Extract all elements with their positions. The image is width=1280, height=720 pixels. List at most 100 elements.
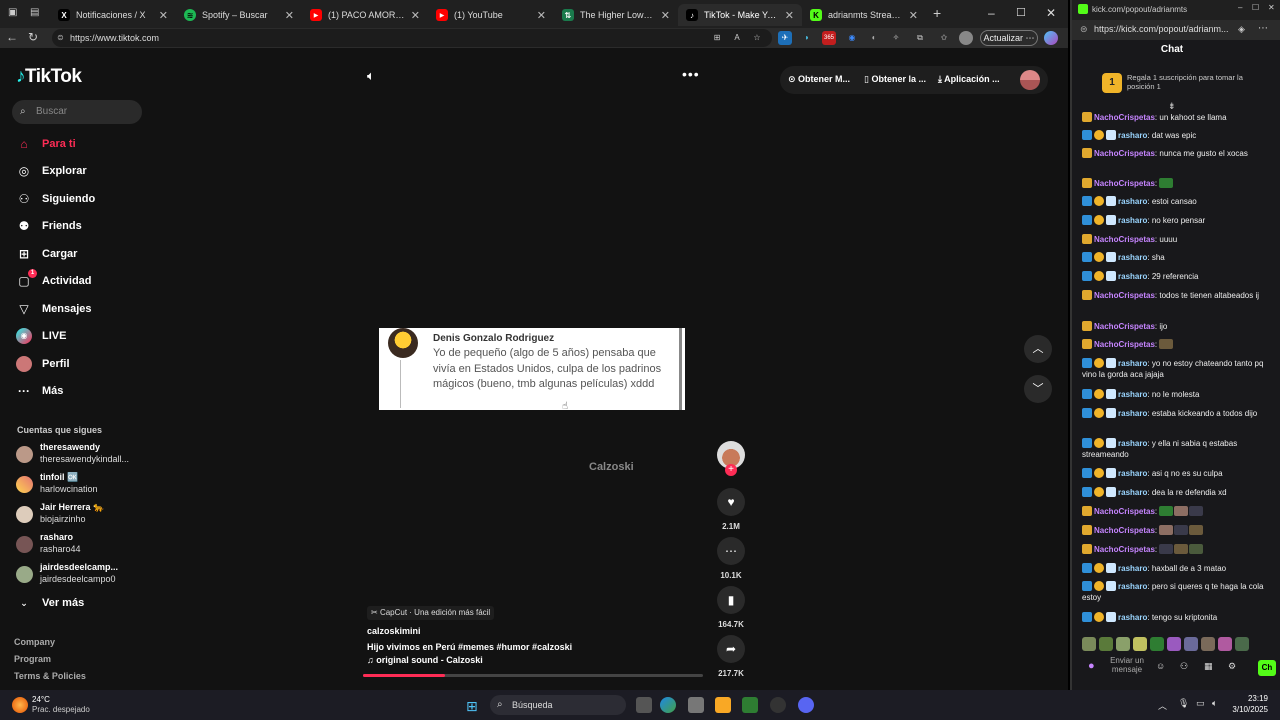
close-tab-icon[interactable]: ✕	[159, 9, 168, 22]
volume-icon[interactable]: 🔈︎	[367, 68, 375, 84]
nav-mensajes[interactable]: ▽ Mensajes	[16, 299, 91, 319]
extension-icon[interactable]: ◐	[867, 31, 881, 45]
following-account[interactable]: tinfoil 🆗 harlowcination	[16, 472, 156, 498]
update-button[interactable]: Actualizar ⋯	[980, 30, 1038, 46]
comment-icon[interactable]: ⋯	[717, 537, 745, 565]
discord-icon[interactable]	[798, 697, 814, 713]
capcut-badge[interactable]: ✂︎ CapCut · Una edición más fácil	[367, 606, 495, 620]
users-icon[interactable]: ⚇	[1180, 661, 1188, 672]
video-author[interactable]: calzoskimini	[367, 626, 421, 636]
chat-username[interactable]: rasharo	[1118, 359, 1147, 368]
chat-username[interactable]: rasharo	[1118, 253, 1147, 262]
close-tab-icon[interactable]: ✕	[909, 9, 918, 22]
send-chat-button[interactable]: Ch	[1258, 660, 1276, 676]
app-icon[interactable]	[770, 697, 786, 713]
nav-friends[interactable]: ⚉ Friends	[16, 216, 82, 236]
settings-gear-icon[interactable]: ⚙	[1228, 661, 1236, 672]
chat-username[interactable]: rasharo	[1118, 409, 1147, 418]
network-icon[interactable]: ▭	[1196, 698, 1205, 709]
following-account[interactable]: jairdesdeelcamp... jairdesdeelcampo0	[16, 562, 156, 588]
emote-icon[interactable]	[1150, 637, 1164, 651]
tab-youtube[interactable]: ▶ (1) YouTube ✕	[428, 4, 554, 26]
following-account[interactable]: Jair Herrera 🐆 biojairzinho	[16, 502, 156, 528]
share-icon[interactable]: ➦	[717, 635, 745, 663]
close-tab-icon[interactable]: ✕	[661, 9, 670, 22]
minimize-icon[interactable]: –	[1238, 3, 1242, 12]
extension-icon[interactable]: 365	[822, 31, 836, 45]
extension-icon[interactable]: ◉	[845, 31, 859, 45]
copilot-icon[interactable]	[1044, 31, 1058, 45]
taskbar-search[interactable]: ⌕ Búsqueda	[490, 695, 626, 715]
favorite-star-icon[interactable]: ☆	[750, 31, 764, 45]
close-window-icon[interactable]: ✕	[1268, 3, 1275, 12]
video-progress-bar[interactable]	[363, 674, 703, 677]
tab-kick[interactable]: K adrianmts Stream - Watc✕	[802, 4, 926, 26]
emote-icon[interactable]	[1082, 637, 1096, 651]
chat-username[interactable]: rasharo	[1118, 564, 1147, 573]
heart-icon[interactable]: ♥	[717, 488, 745, 516]
chat-username[interactable]: rasharo	[1118, 613, 1147, 622]
desktop-app-button[interactable]: ⤓ Aplicación ...	[938, 74, 1000, 85]
emote-picker-icon[interactable]: ☺	[1156, 661, 1165, 671]
chat-username[interactable]: rasharo	[1118, 488, 1147, 497]
nav-actividad[interactable]: ▢ Actividad 1	[16, 269, 92, 291]
nav-explorar[interactable]: ◎ Explorar	[16, 161, 87, 181]
chat-username[interactable]: rasharo	[1118, 272, 1147, 281]
url-field[interactable]: ⊜ https://www.tiktok.com	[52, 29, 772, 47]
search-input[interactable]: ⌕ Buscar	[12, 100, 142, 124]
split-screen-icon[interactable]: ⧉	[913, 31, 927, 45]
microphone-icon[interactable]: ●	[1088, 660, 1095, 672]
minimize-icon[interactable]: –	[988, 6, 995, 20]
close-tab-icon[interactable]: ✕	[537, 9, 546, 22]
emote-icon[interactable]	[1167, 637, 1181, 651]
get-coins-button[interactable]: ⊙ Obtener M...	[788, 74, 850, 85]
tiktok-logo[interactable]: ♪TikTok	[16, 66, 82, 88]
chat-username[interactable]: NachoCrispetas	[1094, 322, 1155, 331]
nav-siguiendo[interactable]: ⚇ Siguiendo	[16, 189, 96, 209]
save-action[interactable]: ▮ 164.7K	[717, 586, 745, 629]
windows-start-icon[interactable]: ⊞	[466, 698, 478, 715]
tab-actions-icon[interactable]: ▤	[30, 7, 39, 18]
chat-username[interactable]: rasharo	[1118, 582, 1147, 591]
shop-icon[interactable]: ▦	[1204, 661, 1213, 672]
maximize-icon[interactable]: ☐	[1252, 3, 1259, 12]
emote-icon[interactable]	[1184, 637, 1198, 651]
emote-icon[interactable]	[1235, 637, 1249, 651]
close-tab-icon[interactable]: ✕	[411, 9, 420, 22]
emote-icon[interactable]	[1201, 637, 1215, 651]
extension-icon[interactable]: ◗	[800, 31, 814, 45]
tab-x[interactable]: X Notificaciones / X ✕	[50, 4, 176, 26]
workspaces-icon[interactable]: ▣	[8, 7, 17, 18]
chat-username[interactable]: NachoCrispetas	[1094, 113, 1155, 122]
following-account[interactable]: theresawendy theresawendykindall...	[16, 442, 156, 468]
chat-username[interactable]: rasharo	[1118, 197, 1147, 206]
back-icon[interactable]: ←	[6, 30, 18, 44]
footer-link-program[interactable]: Program	[14, 654, 51, 664]
chat-username[interactable]: rasharo	[1118, 131, 1147, 140]
emote-icon[interactable]	[1099, 637, 1113, 651]
chat-username[interactable]: NachoCrispetas	[1094, 507, 1155, 516]
tab-youtube-paco[interactable]: ▶ (1) PACO AMOROSO || BZ✕	[302, 4, 428, 26]
chat-input[interactable]: ● Enviar un mensaje ☺ ⚇ ▦ ⚙ Ch	[1082, 654, 1276, 682]
video-sound[interactable]: ♫ original sound - Calzoski	[367, 655, 483, 665]
subscription-banner[interactable]: 1 Regala 1 suscripción para tomar la pos…	[1072, 68, 1280, 102]
pin-icon[interactable]: ⇟	[1168, 101, 1176, 112]
nav-live[interactable]: ◉ LIVE	[16, 326, 66, 346]
reload-icon[interactable]: ↻	[28, 30, 38, 44]
previous-video-button[interactable]: ︿	[1024, 335, 1052, 363]
file-explorer-icon[interactable]	[715, 697, 731, 713]
install-app-icon[interactable]: ⊞	[710, 31, 724, 45]
nav-cargar[interactable]: ⊞ Cargar	[16, 244, 78, 264]
tray-chevron-icon[interactable]: ︿	[1158, 699, 1167, 712]
share-action[interactable]: ➦ 217.7K	[717, 635, 745, 678]
chat-username[interactable]: NachoCrispetas	[1094, 526, 1155, 535]
nav-mas[interactable]: ··· Más	[16, 381, 63, 401]
more-options-icon[interactable]: •••	[682, 66, 700, 82]
volume-icon[interactable]: 🔈︎	[1212, 698, 1217, 709]
nav-perfil[interactable]: Perfil	[16, 354, 70, 374]
tab-higher-lower[interactable]: ⇅ The Higher Lower Game✕	[554, 4, 678, 26]
footer-link-company[interactable]: Company	[14, 637, 55, 647]
tab-tiktok[interactable]: ♪ TikTok - Make Your D✕	[678, 4, 802, 26]
extensions-puzzle-icon[interactable]: ✧	[889, 31, 903, 45]
weather-icon[interactable]	[12, 697, 28, 713]
